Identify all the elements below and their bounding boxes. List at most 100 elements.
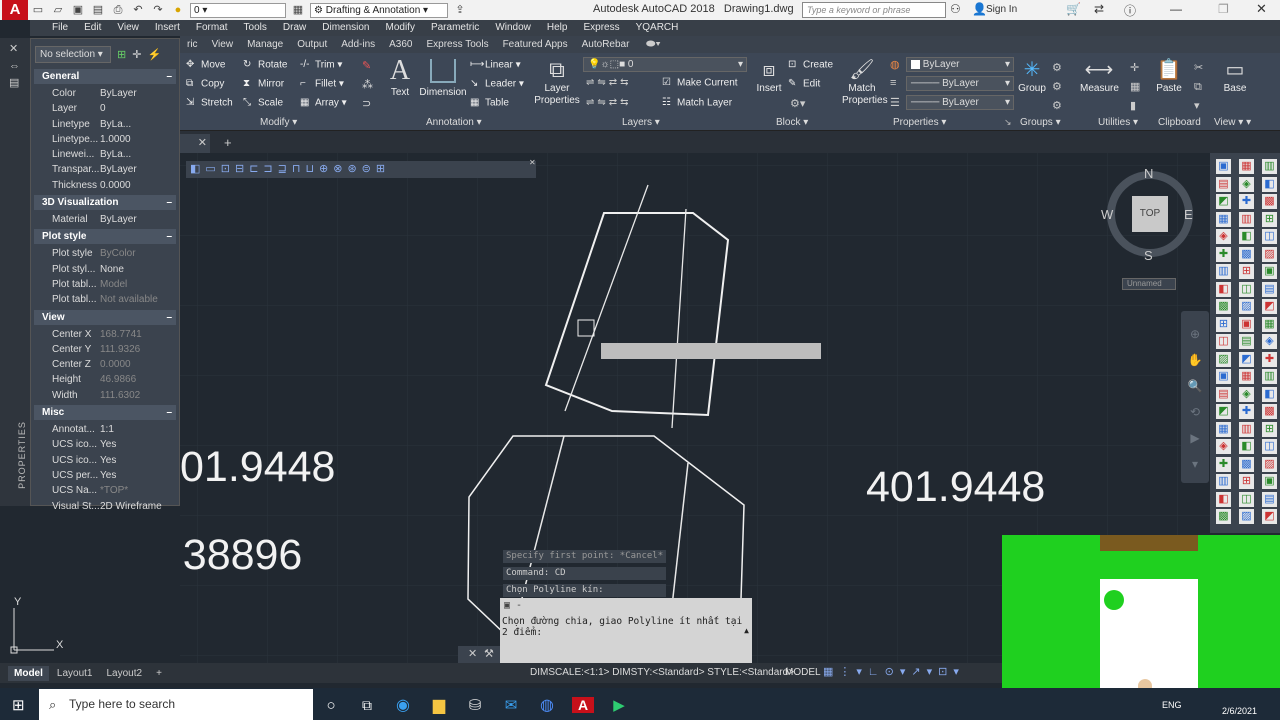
fillet-button[interactable]: ⌐ Fillet ▾ xyxy=(300,78,344,90)
section-3d-visualization[interactable]: 3D Visualization – xyxy=(34,195,176,211)
toolbar-tool-icon[interactable]: ◩ xyxy=(1216,194,1231,209)
toolbar-tool-icon[interactable]: ▩ xyxy=(1262,194,1277,209)
toolbar-tool-icon[interactable]: ▥ xyxy=(1216,474,1231,489)
toolbar-tool-icon[interactable]: ✚ xyxy=(1239,404,1254,419)
menu-help[interactable]: Help xyxy=(539,20,576,36)
toolbar-tool-icon[interactable]: ◩ xyxy=(1216,404,1231,419)
ribbon-toggle-icon[interactable]: ⬬▾ xyxy=(646,38,661,51)
recorder-icon[interactable]: ▶ xyxy=(608,696,630,714)
toolbar-tool-icon[interactable]: ▣ xyxy=(1262,474,1277,489)
section-misc[interactable]: Misc – xyxy=(34,405,176,421)
stretch-button[interactable]: ⇲ Stretch xyxy=(186,97,233,109)
group-button[interactable]: ✳ Group xyxy=(1018,57,1046,94)
ribbon-tab-autorebar[interactable]: AutoRebar xyxy=(575,36,637,53)
undo-icon[interactable]: ↶ xyxy=(130,3,146,17)
new-file-icon[interactable]: ▭ xyxy=(30,3,46,17)
store-icon[interactable]: ⛁ xyxy=(464,696,486,714)
make-current-button[interactable]: ☑ Make Current xyxy=(662,77,738,89)
toolbar-tool-icon[interactable]: ▥ xyxy=(1239,421,1254,437)
utilities-group-title[interactable]: Utilities ▾ xyxy=(1098,117,1138,128)
ucs-menu[interactable]: Unnamed xyxy=(1122,278,1176,290)
open-file-icon[interactable]: ▱ xyxy=(50,3,66,17)
toolbar-tool-icon[interactable]: ▩ xyxy=(1262,404,1277,419)
command-history-arrow[interactable]: ▲ xyxy=(744,626,749,635)
menu-window[interactable]: Window xyxy=(487,20,539,36)
toolbar-tool-icon[interactable]: ◫ xyxy=(1216,334,1231,349)
ribbon-tab-express-tools[interactable]: Express Tools xyxy=(420,36,496,53)
model-space-button[interactable]: MODEL xyxy=(785,667,821,678)
toolbar-tool-icon[interactable]: ◧ xyxy=(1216,281,1231,297)
scale-button[interactable]: ⤡ Scale xyxy=(243,97,283,109)
paste-button[interactable]: 📋 Paste xyxy=(1154,57,1184,94)
leader-button[interactable]: ↘ Leader ▾ xyxy=(470,78,524,90)
property-row[interactable]: Visual St... 2D Wireframe xyxy=(31,499,179,514)
autohide-icon[interactable]: ⇔ xyxy=(9,60,20,72)
close-icon[interactable]: ✕ xyxy=(1256,1,1267,17)
redo-icon[interactable]: ↷ xyxy=(150,3,166,17)
property-row[interactable]: UCS Na... *TOP* xyxy=(31,483,179,498)
toolbar-tool-icon[interactable]: ✚ xyxy=(1262,351,1277,367)
property-row[interactable]: Transpar... ByLayer xyxy=(31,162,179,177)
compass-west[interactable]: W xyxy=(1101,207,1113,222)
properties-group-title[interactable]: Properties ▾ xyxy=(893,117,946,128)
viewcube-top-face[interactable]: TOP xyxy=(1132,196,1168,232)
palette-settings-icon[interactable]: ▤ xyxy=(9,76,19,89)
menu-dimension[interactable]: Dimension xyxy=(314,20,377,36)
create-block-button[interactable]: ⊡ Create xyxy=(788,59,833,71)
menu-draw[interactable]: Draw xyxy=(275,20,314,36)
edit-block-button[interactable]: ✎ Edit xyxy=(788,78,820,90)
navigation-bar[interactable]: ⊕ ✋ 🔍 ⟲ ▶ ▾ xyxy=(1181,311,1209,483)
close-palette-icon[interactable]: ✕ xyxy=(9,42,18,55)
toolbar-tool-icon[interactable]: ▩ xyxy=(1239,456,1254,472)
autocad-taskbar-icon[interactable]: A xyxy=(572,697,594,713)
toolbar-tool-icon[interactable]: ▥ xyxy=(1239,211,1254,227)
toolbar-tool-icon[interactable]: ▦ xyxy=(1239,369,1254,384)
language-indicator[interactable]: ENG xyxy=(1162,700,1182,710)
toolbar-tool-icon[interactable]: ◫ xyxy=(1262,229,1277,244)
menu-format[interactable]: Format xyxy=(188,20,236,36)
collapse-icon[interactable]: – xyxy=(166,310,172,325)
toolbar-tool-icon[interactable]: ▩ xyxy=(1216,299,1231,314)
toolbar-tool-icon[interactable]: ▥ xyxy=(1216,264,1231,279)
linetype-dropdown[interactable]: ──── ByLayer ▾ xyxy=(906,76,1014,91)
modify-group-title[interactable]: Modify ▾ xyxy=(260,117,297,128)
toolbar-tool-icon[interactable]: ▣ xyxy=(1239,316,1254,332)
layer-dropdown[interactable]: 0 ▾ xyxy=(190,2,286,18)
insert-button[interactable]: ⧈ Insert xyxy=(752,57,786,94)
compass-north[interactable]: N xyxy=(1144,166,1153,181)
toolbar-tool-icon[interactable]: ⊞ xyxy=(1239,264,1254,279)
section-view[interactable]: View – xyxy=(34,309,176,325)
toolbar-tool-icon[interactable]: ⊞ xyxy=(1262,421,1277,437)
wrench-icon[interactable]: ⚒ xyxy=(484,647,494,660)
toolbar-tool-icon[interactable]: ◧ xyxy=(1262,386,1277,402)
selection-dropdown[interactable]: No selection ▾ xyxy=(35,46,111,63)
lineweight-dropdown[interactable]: ──── ByLayer ▾ xyxy=(906,95,1014,110)
toolbar-tool-icon[interactable]: ▥ xyxy=(1262,369,1277,384)
groups-group-title[interactable]: Groups ▾ xyxy=(1020,117,1061,128)
property-row[interactable]: Center X 168.7741 xyxy=(31,327,179,342)
ribbon-tab-ric[interactable]: ric xyxy=(180,36,205,53)
property-row[interactable]: Plot styl... None xyxy=(31,262,179,277)
minimize-icon[interactable]: — xyxy=(1170,2,1182,16)
add-layout-icon[interactable]: + xyxy=(150,666,168,681)
menu-yqarch[interactable]: YQARCH xyxy=(628,20,687,36)
quick-select-icon[interactable]: ⚡ xyxy=(147,48,161,61)
toolbar-tool-icon[interactable]: ◫ xyxy=(1239,281,1254,297)
property-row[interactable]: Linetype... 1.0000 xyxy=(31,132,179,147)
menu-tools[interactable]: Tools xyxy=(236,20,275,36)
toolbar-tool-icon[interactable]: ◫ xyxy=(1239,491,1254,507)
measure-button[interactable]: ⟷ Measure xyxy=(1080,57,1119,94)
toolbar-tool-icon[interactable]: ▨ xyxy=(1239,299,1254,314)
view-group-title[interactable]: View ▾ ▾ xyxy=(1214,117,1251,128)
property-row[interactable]: Color ByLayer xyxy=(31,86,179,101)
edge-icon[interactable]: ◉ xyxy=(392,695,414,715)
clipboard-tools-icon[interactable]: ✂ ⧉ ▾ xyxy=(1194,59,1203,116)
group-tools-icon[interactable]: ⚙ ⚙ ⚙ xyxy=(1052,59,1062,116)
toolbar-tool-icon[interactable]: ✚ xyxy=(1216,246,1231,262)
mail-icon[interactable]: ✉ xyxy=(500,696,522,714)
toolbar-tool-icon[interactable]: ◩ xyxy=(1262,299,1277,314)
sign-in-link[interactable]: Sign In xyxy=(986,4,1017,15)
save-icon[interactable]: ▣ xyxy=(70,3,86,17)
toolbar-tool-icon[interactable]: ▩ xyxy=(1239,246,1254,262)
linear-button[interactable]: ⟼Linear ▾ xyxy=(470,59,521,71)
